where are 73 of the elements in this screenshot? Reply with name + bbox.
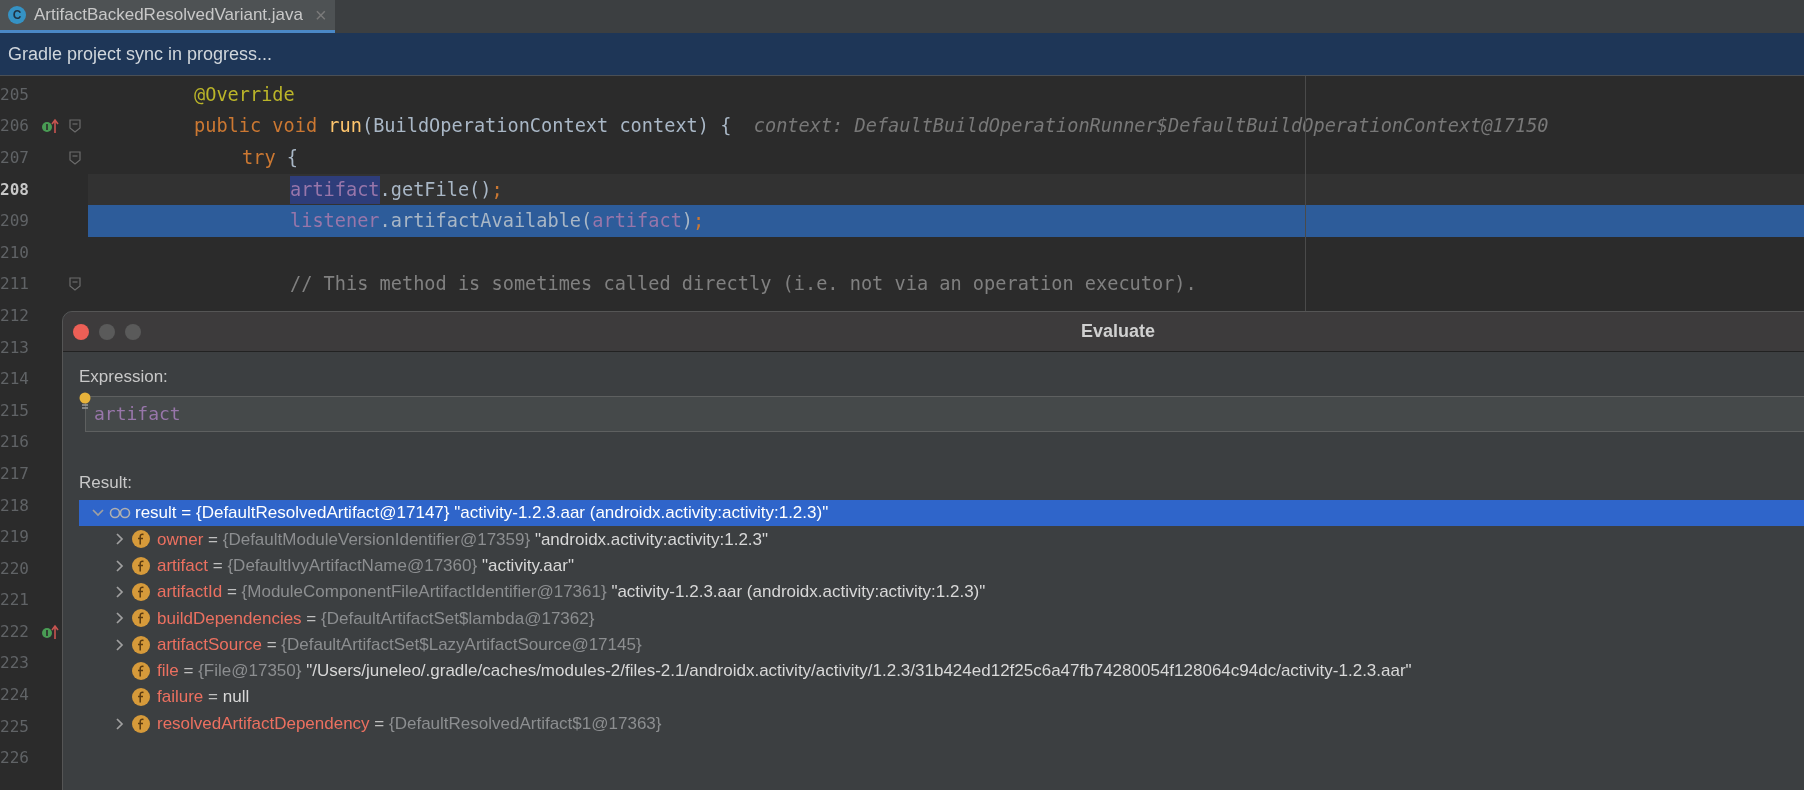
- field-icon: [131, 529, 151, 550]
- line-number: 224: [0, 684, 30, 707]
- line-number: 222: [0, 620, 30, 643]
- tree-row[interactable]: artifactSource = {DefaultArtifactSet$LazyArtifactSource@17145}: [79, 631, 1804, 658]
- chevron-right-icon[interactable]: [114, 586, 126, 599]
- variable-entry: artifactSource = {DefaultArtifactSet$LazyArtifactSource@17145}: [157, 633, 642, 656]
- line-number: 217: [0, 462, 30, 485]
- chevron-right-icon[interactable]: [114, 612, 126, 625]
- dialog-title: Evaluate: [1080, 320, 1155, 343]
- chevron-right-icon[interactable]: [114, 533, 126, 546]
- field-icon: [131, 634, 151, 655]
- line-number: 210: [0, 241, 30, 264]
- chevron-right-icon[interactable]: [114, 638, 126, 651]
- glasses-icon: [109, 507, 131, 520]
- variable-entry: failure = null: [157, 686, 250, 709]
- line-number: 216: [0, 431, 30, 454]
- result-label: Result:: [79, 472, 132, 492]
- fold-icon[interactable]: [69, 119, 81, 134]
- line-number: 220: [0, 557, 30, 580]
- expression-label: Expression:: [79, 367, 168, 386]
- tree-row[interactable]: resolvedArtifactDependency = {DefaultResolvedArtifact$1@17363}: [79, 710, 1804, 737]
- code-line: @Override: [193, 82, 296, 107]
- code-line: // This method is sometimes called directly (i.e. not via an operation executor).: [289, 272, 1198, 297]
- line-number: 212: [0, 304, 30, 327]
- tab-label: ArtifactBackedResolvedVariant.java: [34, 4, 303, 27]
- chevron-right-icon[interactable]: [114, 559, 126, 572]
- line-number: 207: [0, 147, 30, 169]
- class-icon: C: [8, 6, 26, 24]
- variable-entry: artifact = {DefaultIvyArtifactName@17360} "activity.aar": [157, 555, 574, 577]
- line-number: 211: [0, 273, 30, 296]
- tree-row[interactable]: file = {File@17350} "/Users/juneleo/.gradle/caches/modules-2/files-2.1/androidx.activity/activity/1.2.3/31b424ed12f25c6a47fb74280054f128064c94dc/activity-1.2.3.aar": [79, 657, 1804, 685]
- variable-entry: resolvedArtifactDependency = {DefaultResolvedArtifact$1@17363}: [157, 712, 662, 735]
- tree-row[interactable]: artifactId = {ModuleComponentFileArtifactIdentifier@17361} "activity-1.2.3.aar (androidx.activity:activity:1.2.3)": [79, 578, 1804, 606]
- field-icon: [131, 713, 151, 734]
- line-number: 209: [0, 210, 30, 233]
- line-number: 208: [0, 178, 30, 201]
- lightbulb-icon[interactable]: [79, 391, 91, 412]
- line-number: 213: [0, 336, 30, 359]
- line-number: 223: [0, 652, 30, 675]
- field-icon: [131, 687, 151, 708]
- circle-arrow-icon[interactable]: [41, 118, 59, 135]
- tree-row[interactable]: failure = null: [79, 684, 1804, 711]
- fold-icon[interactable]: [69, 151, 81, 165]
- chevron-right-icon[interactable]: [114, 717, 126, 730]
- circle-arrow-icon[interactable]: [41, 623, 59, 640]
- variable-entry: file = {File@17350} "/Users/juneleo/.gradle/caches/modules-2/files-2.1/androidx.activity/activity/1.2.3/31b424ed12f25c6a47fb74280054f128064c94dc/activity-1.2.3.aar": [157, 660, 1412, 683]
- line-number: 221: [0, 589, 30, 612]
- tree-row[interactable]: owner = {DefaultModuleVersionIdentifier@17359} "androidx.activity:activity:1.2.3": [79, 526, 1804, 553]
- code-line: public void run(BuildOperationContext context) { context: DefaultBuildOperationRunner$DefaultBuildOperationContext@17150: [193, 114, 1550, 139]
- tree-row[interactable]: result = {DefaultResolvedArtifact@17147} "activity-1.2.3.aar (androidx.activity:activity:1.2.3)": [79, 500, 1804, 527]
- close-window-icon[interactable]: [73, 324, 89, 340]
- field-icon: [131, 582, 151, 603]
- line-number: 205: [0, 83, 30, 106]
- tree-row[interactable]: buildDependencies = {DefaultArtifactSet$lambda@17362}: [79, 605, 1804, 632]
- line-number: 218: [0, 494, 30, 517]
- line-number: 225: [0, 715, 30, 738]
- field-icon: [131, 555, 151, 576]
- code-line: try {: [241, 146, 299, 171]
- fold-icon[interactable]: [69, 277, 81, 292]
- field-icon: [131, 608, 151, 629]
- line-number: 206: [0, 115, 30, 138]
- line-number: 214: [0, 368, 30, 391]
- line-number: 215: [0, 399, 30, 422]
- line-number: 219: [0, 526, 30, 549]
- variable-entry: artifactId = {ModuleComponentFileArtifactIdentifier@17361} "activity-1.2.3.aar (androidx.activity:activity:1.2.3)": [157, 581, 986, 604]
- variable-entry: result = {DefaultResolvedArtifact@17147} "activity-1.2.3.aar (androidx.activity:activity:1.2.3)": [135, 502, 829, 525]
- tree-row[interactable]: artifact = {DefaultIvyArtifactName@17360} "activity.aar": [79, 552, 1804, 579]
- line-number: 226: [0, 747, 30, 770]
- field-icon: [131, 660, 151, 681]
- banner-text: Gradle project sync in progress...: [8, 42, 273, 66]
- editor-tab[interactable]: C ArtifactBackedResolvedVariant.java ×: [0, 0, 335, 33]
- variable-entry: owner = {DefaultModuleVersionIdentifier@17359} "androidx.activity:activity:1.2.3": [157, 528, 769, 551]
- variable-entry: buildDependencies = {DefaultArtifactSet$lambda@17362}: [157, 607, 595, 630]
